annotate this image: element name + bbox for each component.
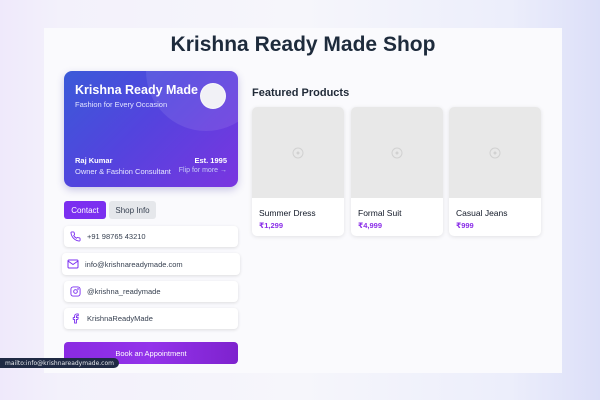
contact-instagram-text: @krishna_readymade [87, 287, 161, 296]
product-name: Casual Jeans [456, 208, 508, 218]
card-owner-name: Raj Kumar [75, 156, 113, 165]
card-established: Est. 1995 [194, 156, 227, 165]
shop-logo [200, 83, 226, 109]
card-owner-role: Owner & Fashion Consultant [75, 167, 171, 176]
mail-icon [67, 258, 79, 270]
tab-shop-info[interactable]: Shop Info [109, 201, 156, 219]
tab-contact[interactable]: Contact [64, 201, 106, 219]
contact-phone-text: +91 98765 43210 [87, 232, 146, 241]
image-placeholder-icon [391, 147, 403, 158]
contact-email[interactable]: info@krishnareadymade.com [62, 253, 240, 275]
contact-email-text: info@krishnareadymade.com [85, 259, 183, 269]
card-tagline: Fashion for Every Occasion [75, 100, 168, 109]
facebook-icon [69, 313, 81, 325]
browser-status-bar: mailto:info@krishnareadymade.com [0, 358, 119, 368]
product-image-placeholder [351, 107, 443, 198]
image-placeholder-icon [489, 147, 501, 158]
contact-phone[interactable]: +91 98765 43210 [64, 226, 238, 247]
card-shop-name: Krishna Ready Made [75, 83, 198, 97]
product-card[interactable]: Formal Suit ₹4,999 [351, 107, 443, 236]
product-price: ₹1,299 [259, 221, 283, 230]
product-card[interactable]: Casual Jeans ₹999 [449, 107, 541, 236]
featured-products-heading: Featured Products [252, 87, 350, 99]
product-price: ₹4,999 [358, 221, 382, 230]
contact-facebook-text: KrishnaReadyMade [87, 314, 153, 323]
contact-facebook[interactable]: KrishnaReadyMade [64, 308, 238, 329]
product-price: ₹999 [456, 221, 474, 230]
product-image-placeholder [449, 107, 541, 198]
product-name: Summer Dress [259, 208, 316, 218]
page-title: Krishna Ready Made Shop [170, 33, 436, 56]
contact-instagram[interactable]: @krishna_readymade [64, 281, 238, 302]
phone-icon [69, 231, 81, 243]
product-card[interactable]: Summer Dress ₹1,299 [252, 107, 344, 236]
instagram-icon [69, 286, 81, 298]
image-placeholder-icon [292, 147, 304, 158]
card-flip-hint[interactable]: Flip for more → [179, 167, 227, 174]
product-image-placeholder [252, 107, 344, 198]
product-name: Formal Suit [358, 208, 402, 218]
business-card[interactable]: Krishna Ready Made Fashion for Every Occ… [64, 71, 238, 187]
